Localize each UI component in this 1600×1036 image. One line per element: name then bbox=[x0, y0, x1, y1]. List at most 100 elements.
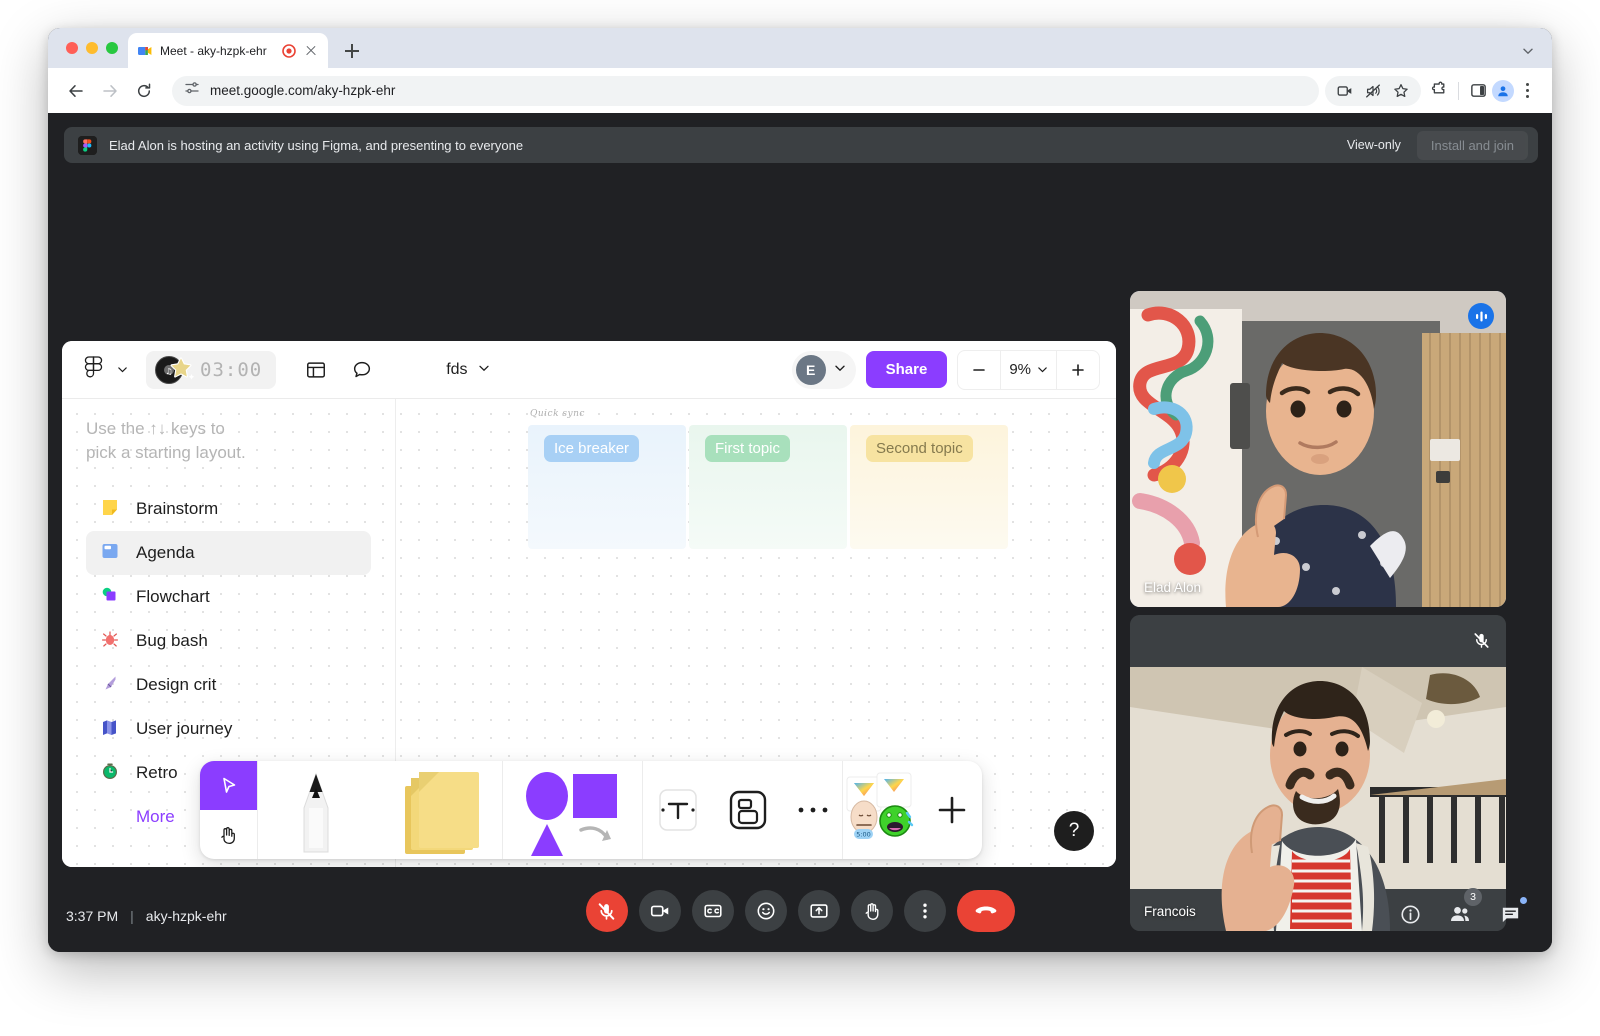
microphone-button[interactable] bbox=[585, 890, 628, 932]
address-bar[interactable]: meet.google.com/aky-hzpk-ehr bbox=[172, 75, 1319, 106]
meeting-details-button[interactable] bbox=[1392, 896, 1428, 932]
svg-text:♫: ♫ bbox=[165, 367, 172, 376]
template-label: Bug bash bbox=[136, 630, 208, 650]
participant-tile-elad-alon[interactable]: Elad Alon bbox=[1130, 291, 1506, 607]
audio-level-icon bbox=[1468, 303, 1494, 329]
template-item-bug-bash[interactable]: Bug bash bbox=[86, 619, 371, 663]
screen-share-icon[interactable] bbox=[1333, 79, 1357, 103]
divider bbox=[1458, 81, 1459, 100]
board-column-label: Second topic bbox=[866, 435, 973, 462]
template-item-brainstorm[interactable]: Brainstorm bbox=[86, 487, 371, 531]
side-panel-icon[interactable] bbox=[1466, 79, 1490, 103]
zoom-out-button[interactable] bbox=[958, 351, 1000, 389]
bug-icon bbox=[98, 629, 122, 653]
text-T-icon[interactable] bbox=[643, 761, 713, 859]
meet-stage: Elad Alon is hosting an activity using F… bbox=[48, 113, 1552, 952]
camera-button[interactable] bbox=[638, 890, 681, 932]
zoom-level-value: 9% bbox=[1009, 361, 1031, 378]
help-button[interactable]: ? bbox=[1054, 811, 1094, 851]
install-and-join-button[interactable]: Install and join bbox=[1416, 130, 1528, 160]
svg-text:5:00: 5:00 bbox=[857, 831, 872, 839]
avatar: E bbox=[795, 354, 826, 385]
minimize-window-button[interactable] bbox=[86, 42, 98, 54]
browser-tab[interactable]: Meet - aky-hzpk-ehr bbox=[128, 33, 328, 68]
stickers-icon[interactable]: 5:00 bbox=[843, 761, 921, 859]
participant-name: Francois bbox=[1144, 904, 1196, 919]
board-column-first-topic[interactable]: First topic bbox=[689, 425, 847, 549]
figma-logo-icon[interactable] bbox=[78, 353, 108, 387]
template-label: User journey bbox=[136, 718, 233, 738]
recording-indicator-icon[interactable] bbox=[282, 43, 296, 58]
chevron-down-icon[interactable] bbox=[478, 361, 490, 379]
bookmark-star-icon[interactable] bbox=[1389, 79, 1413, 103]
back-arrow-icon[interactable] bbox=[62, 77, 90, 105]
cursor-tool[interactable] bbox=[200, 761, 257, 810]
template-item-agenda[interactable]: Agenda bbox=[86, 530, 371, 575]
extensions-puzzle-icon[interactable] bbox=[1427, 79, 1451, 103]
profile-avatar-icon[interactable] bbox=[1492, 79, 1514, 102]
figma-canvas[interactable]: Use the ↑↓ keys to pick a starting layout… bbox=[62, 399, 1116, 867]
template-item-flowchart[interactable]: Flowchart bbox=[86, 575, 371, 619]
chevron-down-icon[interactable] bbox=[112, 364, 132, 375]
file-name-label: fds bbox=[446, 360, 468, 378]
video-feed bbox=[1130, 615, 1506, 931]
timer-chip[interactable]: ♫ 03:00 bbox=[146, 350, 277, 389]
template-item-design-crit[interactable]: Design crit bbox=[86, 663, 371, 707]
board-column-ice-breaker[interactable]: Ice breaker bbox=[528, 425, 686, 549]
comment-bubble-icon[interactable] bbox=[344, 352, 380, 388]
browser-toolbar: meet.google.com/aky-hzpk-ehr bbox=[48, 68, 1552, 113]
stopwatch-icon bbox=[98, 761, 122, 785]
participant-name: Elad Alon bbox=[1144, 580, 1202, 595]
mic-off-icon bbox=[1470, 629, 1492, 651]
plus-icon[interactable] bbox=[921, 761, 982, 859]
tune-icon[interactable] bbox=[184, 80, 200, 101]
marker-pen-icon[interactable] bbox=[258, 761, 375, 859]
more-options-button[interactable] bbox=[903, 890, 946, 932]
share-button[interactable]: Share bbox=[865, 351, 948, 388]
url-text: meet.google.com/aky-hzpk-ehr bbox=[210, 83, 396, 98]
layout-grid-icon[interactable] bbox=[298, 352, 334, 388]
frame-icon[interactable] bbox=[713, 761, 783, 859]
collaborators-avatars[interactable]: E bbox=[791, 350, 856, 389]
figma-tool-dock: 5:00 bbox=[200, 761, 982, 859]
flowchart-icon bbox=[98, 585, 122, 609]
raise-hand-button[interactable] bbox=[850, 890, 893, 932]
hand-pan-icon[interactable] bbox=[200, 810, 257, 859]
vinyl-record-star-sticker-icon: ♫ bbox=[152, 353, 198, 387]
figma-app: ♫ 03:00 fds E Share 9% Use the ↑↓ keys t… bbox=[62, 341, 1116, 867]
captions-button[interactable] bbox=[691, 890, 734, 932]
view-only-label: View-only bbox=[1346, 138, 1401, 152]
sticky-notes-stack-icon[interactable] bbox=[375, 761, 502, 859]
close-window-button[interactable] bbox=[66, 42, 78, 54]
template-label: More bbox=[136, 806, 175, 826]
chrome-menu-kebab-icon[interactable] bbox=[1516, 80, 1538, 102]
maximize-window-button[interactable] bbox=[106, 42, 118, 54]
template-label: Agenda bbox=[136, 542, 195, 562]
reload-icon[interactable] bbox=[130, 77, 158, 105]
mute-tab-icon[interactable] bbox=[1361, 79, 1385, 103]
meeting-right-controls: 3 bbox=[1392, 888, 1528, 932]
close-icon[interactable] bbox=[303, 43, 319, 59]
chat-button[interactable] bbox=[1492, 896, 1528, 932]
board-title: Quick sync bbox=[530, 409, 585, 419]
forward-arrow-icon[interactable] bbox=[96, 77, 124, 105]
browser-tab-strip: Meet - aky-hzpk-ehr bbox=[48, 28, 1552, 68]
participant-tile-francois[interactable]: Francois bbox=[1130, 615, 1506, 931]
file-name[interactable]: fds bbox=[446, 361, 489, 379]
shapes-icon[interactable] bbox=[503, 761, 642, 859]
zoom-in-button[interactable] bbox=[1057, 351, 1099, 389]
map-icon bbox=[98, 717, 122, 741]
chevron-down-icon[interactable] bbox=[1522, 44, 1534, 56]
present-button[interactable] bbox=[797, 890, 840, 932]
chevron-down-icon[interactable] bbox=[834, 361, 846, 379]
reactions-button[interactable] bbox=[744, 890, 787, 932]
zoom-level-dropdown[interactable]: 9% bbox=[1000, 350, 1057, 389]
figma-toolbar: ♫ 03:00 fds E Share 9% bbox=[62, 341, 1116, 399]
template-item-user-journey[interactable]: User journey bbox=[86, 707, 371, 751]
people-button[interactable]: 3 bbox=[1442, 888, 1482, 932]
board-column-label: Ice breaker bbox=[544, 435, 640, 462]
ellipsis-icon[interactable] bbox=[784, 761, 843, 859]
new-tab-button[interactable] bbox=[340, 39, 364, 63]
board-column-second-topic[interactable]: Second topic bbox=[850, 425, 1008, 549]
leave-call-button[interactable] bbox=[956, 890, 1015, 932]
